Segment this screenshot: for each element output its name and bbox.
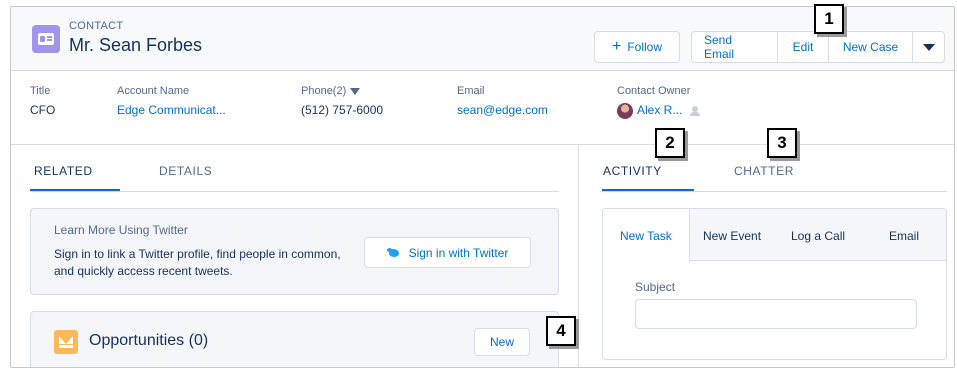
follow-button[interactable]: + Follow [594, 31, 680, 63]
tab-related[interactable]: RELATED [34, 164, 93, 178]
follow-label: Follow [627, 40, 663, 54]
opportunities-card: Opportunities (0) New [30, 311, 559, 367]
follow-group: + Follow [594, 31, 680, 63]
twitter-card-text: Sign in to link a Twitter profile, find … [54, 247, 341, 278]
field-label: Contact Owner [617, 85, 691, 97]
field-label[interactable]: Phone(2) [301, 85, 383, 97]
tab-new-event[interactable]: New Event [703, 229, 761, 243]
object-label: CONTACT [69, 20, 124, 32]
caret-down-icon [350, 87, 361, 95]
sign-in-twitter-button[interactable]: Sign in with Twitter [364, 237, 531, 268]
highlight-phone: Phone(2) (512) 757-6000 [301, 85, 383, 117]
twitter-card: Learn More Using Twitter Sign in to link… [30, 208, 559, 295]
tabs-divider [602, 191, 947, 192]
callout-2: 2 [655, 128, 685, 158]
plus-icon: + [611, 38, 622, 55]
owner-name: Alex R... [637, 103, 683, 118]
composer-tabs: New Task New Event Log a Call Email [603, 209, 946, 262]
sign-in-twitter-label: Sign in with Twitter [408, 245, 509, 260]
highlight-account: Account Name Edge Communicat... [117, 85, 226, 117]
phone-value: (512) 757-6000 [301, 103, 384, 117]
tab-email[interactable]: Email [889, 229, 919, 243]
chevron-down-icon [922, 43, 935, 51]
email-link[interactable]: sean@edge.com [457, 103, 548, 117]
callout-3: 3 [767, 128, 797, 158]
tab-chatter[interactable]: CHATTER [734, 164, 794, 178]
edit-button[interactable]: Edit [778, 31, 829, 63]
field-label: Account Name [117, 85, 190, 97]
send-email-button[interactable]: Send Email [691, 31, 778, 63]
twitter-icon [386, 247, 401, 258]
record-page: CONTACT Mr. Sean Forbes + Follow Send Em… [10, 6, 955, 368]
tab-details[interactable]: DETAILS [159, 164, 212, 178]
change-owner-icon[interactable] [690, 106, 701, 116]
owner-link[interactable]: Alex R... [617, 103, 701, 119]
activity-composer: New Task New Event Log a Call Email Subj… [602, 208, 947, 360]
twitter-card-title: Learn More Using Twitter [54, 223, 188, 237]
subject-input[interactable] [635, 299, 917, 329]
more-actions-button[interactable] [913, 31, 945, 63]
record-title: Mr. Sean Forbes [69, 35, 203, 55]
opportunities-title[interactable]: Opportunities (0) [89, 332, 208, 350]
active-tab-indicator [30, 189, 120, 191]
callout-1: 1 [814, 4, 844, 34]
field-label: Title [30, 85, 51, 97]
tab-log-a-call[interactable]: Log a Call [791, 229, 845, 243]
tabs-divider [30, 191, 559, 192]
avatar [617, 103, 633, 119]
account-link[interactable]: Edge Communicat... [117, 103, 226, 117]
callout-4: 4 [546, 316, 576, 346]
tab-new-task[interactable]: New Task [620, 229, 672, 243]
opportunity-icon [54, 330, 78, 354]
phone-label-text: Phone(2) [301, 85, 347, 97]
tab-activity[interactable]: ACTIVITY [603, 164, 662, 178]
highlight-title: Title CFO [30, 85, 55, 117]
new-case-button[interactable]: New Case [829, 31, 913, 63]
contact-icon [32, 25, 60, 53]
column-divider [578, 144, 579, 367]
new-opportunity-button[interactable]: New [474, 328, 530, 356]
highlight-owner: Contact Owner Alex R... [617, 85, 701, 119]
highlight-email: Email sean@edge.com [457, 85, 548, 117]
action-button-group: Send Email Edit New Case [691, 31, 945, 63]
divider [11, 144, 954, 145]
field-value: CFO [30, 103, 56, 117]
field-label: Email [457, 85, 485, 97]
active-tab-indicator [602, 189, 694, 191]
subject-label: Subject [635, 280, 676, 294]
